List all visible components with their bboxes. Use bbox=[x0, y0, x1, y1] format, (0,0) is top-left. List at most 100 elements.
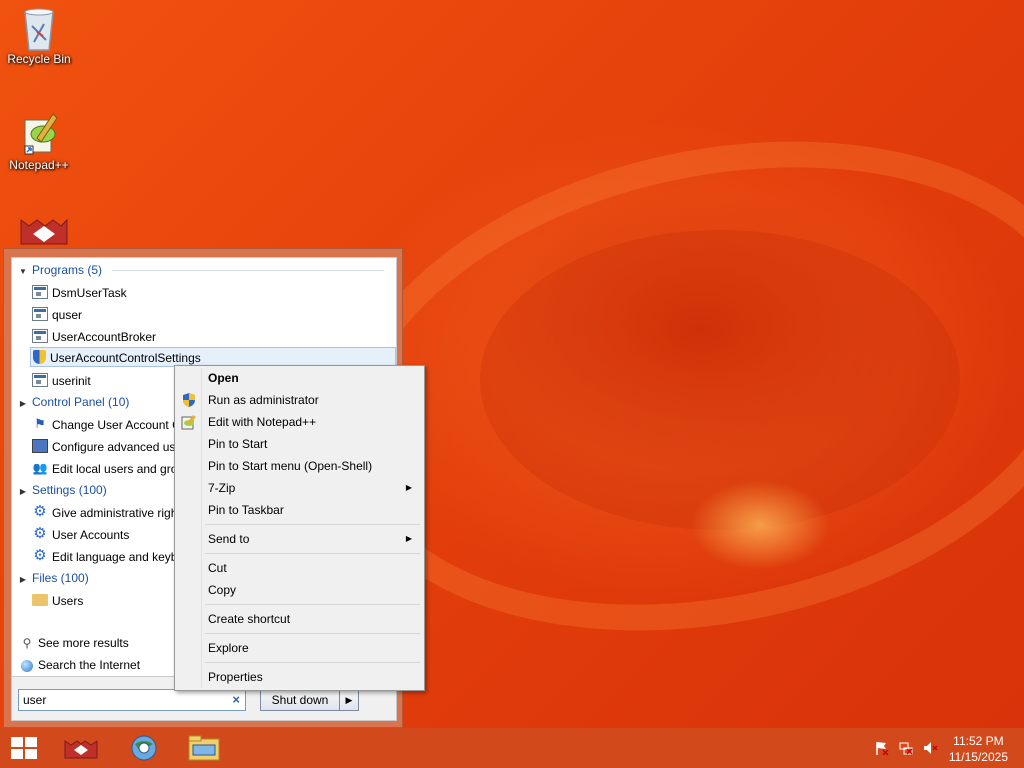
item-label: UserAccountBroker bbox=[52, 329, 157, 344]
menu-item-open[interactable]: Open bbox=[177, 367, 422, 389]
link-label: See more results bbox=[38, 636, 129, 650]
system-clock[interactable]: 11:52 PM 11/15/2025 bbox=[949, 733, 1008, 765]
item-label: User Accounts bbox=[52, 527, 130, 542]
desktop-icon-label: Notepad++ bbox=[9, 158, 69, 172]
list-item-setting[interactable]: ⚙ Edit language and keyb bbox=[32, 546, 177, 566]
menu-item-edit-notepad[interactable]: Edit with Notepad++ bbox=[177, 411, 422, 433]
clear-search-icon[interactable]: × bbox=[232, 690, 240, 710]
menu-separator bbox=[205, 662, 420, 663]
item-label: quser bbox=[52, 307, 83, 322]
item-label: Change User Account C bbox=[52, 417, 181, 432]
menu-item-label: Pin to Taskbar bbox=[208, 503, 284, 517]
chevron-right-icon: ▶ bbox=[19, 399, 27, 408]
menu-item-label: Open bbox=[208, 371, 239, 385]
menu-item-label: Run as administrator bbox=[208, 393, 319, 407]
chevron-down-icon: ▼ bbox=[19, 267, 27, 276]
uac-shield-icon bbox=[181, 392, 197, 408]
item-label: DsmUserTask bbox=[52, 285, 127, 300]
list-item-control-panel[interactable]: 👥 Edit local users and gro bbox=[32, 458, 178, 478]
menu-item-cut[interactable]: Cut bbox=[177, 557, 422, 579]
item-label: Edit local users and gro bbox=[52, 461, 178, 476]
shutdown-button[interactable]: Shut down bbox=[260, 689, 340, 711]
taskbar-file-explorer-button[interactable] bbox=[182, 728, 226, 768]
menu-item-send-to[interactable]: Send to ▶ bbox=[177, 528, 422, 550]
chevron-right-icon: ▶ bbox=[19, 487, 27, 496]
menu-separator bbox=[205, 633, 420, 634]
menu-item-pin-to-taskbar[interactable]: Pin to Taskbar bbox=[177, 499, 422, 521]
network-icon[interactable] bbox=[898, 740, 914, 756]
menu-item-explore[interactable]: Explore bbox=[177, 637, 422, 659]
desktop-icon-label: Recycle Bin bbox=[7, 52, 71, 66]
taskbar: 11:52 PM 11/15/2025 bbox=[0, 728, 1024, 768]
search-box[interactable]: × bbox=[18, 689, 246, 711]
menu-item-label: 7-Zip bbox=[208, 481, 236, 495]
link-label: Search the Internet bbox=[38, 658, 141, 672]
category-label: Settings (100) bbox=[32, 483, 107, 497]
taskbar-app-button[interactable] bbox=[58, 728, 104, 768]
list-item-file[interactable]: Users bbox=[32, 590, 83, 610]
menu-separator bbox=[205, 604, 420, 605]
menu-item-run-as-admin[interactable]: Run as administrator bbox=[177, 389, 422, 411]
menu-item-copy[interactable]: Copy bbox=[177, 579, 422, 601]
search-input[interactable] bbox=[23, 693, 213, 707]
app-icon bbox=[64, 740, 98, 759]
executable-icon bbox=[32, 306, 48, 321]
uac-shield-icon bbox=[33, 349, 46, 364]
executable-icon bbox=[32, 328, 48, 343]
menu-separator bbox=[205, 553, 420, 554]
menu-item-label: Explore bbox=[208, 641, 249, 655]
menu-item-label: Edit with Notepad++ bbox=[208, 415, 317, 429]
desktop-icon-notepad-plus-plus[interactable]: Notepad++ bbox=[1, 112, 77, 172]
item-label: userinit bbox=[52, 373, 91, 388]
wallpaper-glow bbox=[690, 480, 830, 570]
see-more-results-link[interactable]: ⚲ See more results bbox=[20, 633, 129, 653]
start-button[interactable] bbox=[0, 728, 50, 768]
menu-item-7zip[interactable]: 7-Zip ▶ bbox=[177, 477, 422, 499]
category-label: Control Panel (10) bbox=[32, 395, 130, 409]
list-item-program[interactable]: quser bbox=[32, 304, 82, 324]
menu-item-label: Pin to Start menu (Open-Shell) bbox=[208, 459, 373, 473]
category-label: Programs (5) bbox=[32, 263, 103, 277]
menu-item-label: Copy bbox=[208, 583, 237, 597]
category-label: Files (100) bbox=[32, 571, 89, 585]
menu-item-create-shortcut[interactable]: Create shortcut bbox=[177, 608, 422, 630]
menu-separator bbox=[205, 524, 420, 525]
menu-item-pin-to-start-menu[interactable]: Pin to Start menu (Open-Shell) bbox=[177, 455, 422, 477]
file-explorer-icon bbox=[188, 735, 220, 761]
category-programs[interactable]: ▼ Programs (5) bbox=[12, 260, 392, 280]
context-menu: Open Run as administrator Edit with Note… bbox=[174, 365, 425, 691]
gear-icon: ⚙ bbox=[33, 502, 47, 520]
menu-item-label: Properties bbox=[208, 670, 263, 684]
clock-time: 11:52 PM bbox=[953, 734, 1004, 748]
menu-item-pin-to-start[interactable]: Pin to Start bbox=[177, 433, 422, 455]
list-item-setting[interactable]: ⚙ User Accounts bbox=[32, 524, 129, 544]
menu-item-label: Cut bbox=[208, 561, 227, 575]
menu-item-label: Send to bbox=[208, 532, 250, 546]
flag-icon: ⚑ bbox=[34, 415, 46, 431]
search-icon: ⚲ bbox=[22, 636, 32, 650]
shutdown-options-button[interactable]: ▶ bbox=[339, 689, 359, 711]
gear-icon: ⚙ bbox=[33, 524, 47, 542]
list-item-program[interactable]: UserAccountBroker bbox=[32, 326, 156, 346]
desktop-icon-recycle-bin[interactable]: Recycle Bin bbox=[1, 6, 77, 66]
search-internet-link[interactable]: Search the Internet bbox=[20, 655, 140, 675]
list-item-control-panel[interactable]: Configure advanced us bbox=[32, 436, 175, 456]
list-item-control-panel[interactable]: ⚑ Change User Account C bbox=[32, 414, 181, 434]
windows-logo-icon bbox=[11, 737, 39, 759]
notepad-plus-plus-icon bbox=[181, 414, 197, 430]
menu-item-label: Pin to Start bbox=[208, 437, 268, 451]
list-item-setting[interactable]: ⚙ Give administrative righ bbox=[32, 502, 177, 522]
taskbar-browser-button[interactable] bbox=[122, 728, 166, 768]
list-item-program[interactable]: userinit bbox=[32, 370, 91, 390]
submenu-arrow-icon: ▶ bbox=[405, 534, 412, 543]
list-item-program-selected[interactable]: UserAccountControlSettings bbox=[30, 347, 396, 367]
executable-icon bbox=[32, 372, 48, 387]
chevron-right-icon: ▶ bbox=[19, 575, 27, 584]
menu-item-label: Create shortcut bbox=[208, 612, 291, 626]
menu-item-properties[interactable]: Properties bbox=[177, 666, 422, 688]
divider bbox=[112, 270, 384, 271]
item-label: Edit language and keyb bbox=[52, 549, 178, 564]
list-item-program[interactable]: DsmUserTask bbox=[32, 282, 127, 302]
volume-muted-icon[interactable] bbox=[922, 740, 938, 756]
action-center-flag-icon[interactable] bbox=[874, 740, 890, 756]
